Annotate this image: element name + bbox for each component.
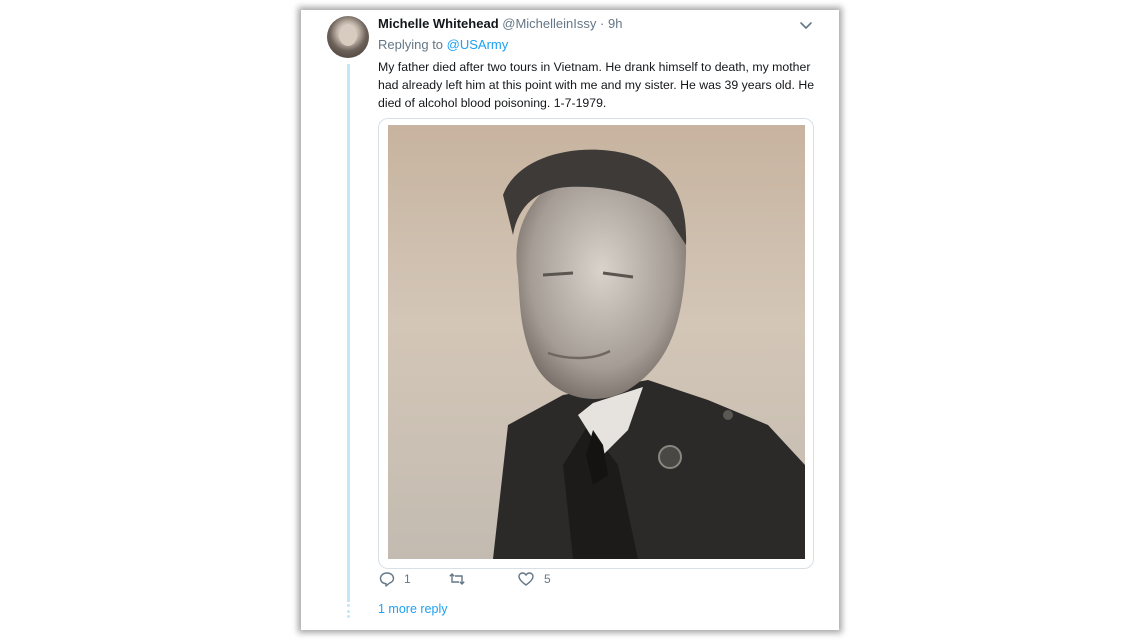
replying-label: Replying to (378, 37, 444, 52)
tweet-time[interactable]: 9h (608, 16, 622, 31)
more-replies-link[interactable]: 1 more reply (378, 602, 447, 616)
thread-line (347, 64, 350, 602)
reply-button[interactable]: 1 (378, 570, 411, 588)
header-separator: · (600, 16, 605, 31)
avatar[interactable] (327, 16, 369, 58)
tweet-header: Michelle Whitehead @MichelleinIssy · 9h (378, 16, 622, 32)
tweet-card: Michelle Whitehead @MichelleinIssy · 9h … (301, 10, 839, 630)
author-handle[interactable]: @MichelleinIssy (502, 16, 596, 31)
retweet-icon (448, 570, 466, 588)
like-button[interactable]: 5 (517, 570, 551, 588)
tweet-text: My father died after two tours in Vietna… (378, 60, 815, 110)
reply-count: 1 (404, 572, 411, 586)
retweet-button[interactable] (448, 570, 474, 588)
heart-icon (517, 570, 535, 588)
tweet-photo[interactable] (388, 125, 805, 559)
thread-continuation-dots (346, 604, 351, 618)
reply-icon (378, 570, 396, 588)
tweet-actions: 1 5 (378, 570, 678, 590)
replying-mention-link[interactable]: @USArmy (447, 37, 509, 52)
replying-to: Replying to @USArmy (378, 37, 508, 53)
tweet-media[interactable] (378, 118, 814, 569)
like-count: 5 (544, 572, 551, 586)
chevron-down-icon[interactable] (795, 18, 817, 34)
author-name[interactable]: Michelle Whitehead (378, 16, 499, 31)
